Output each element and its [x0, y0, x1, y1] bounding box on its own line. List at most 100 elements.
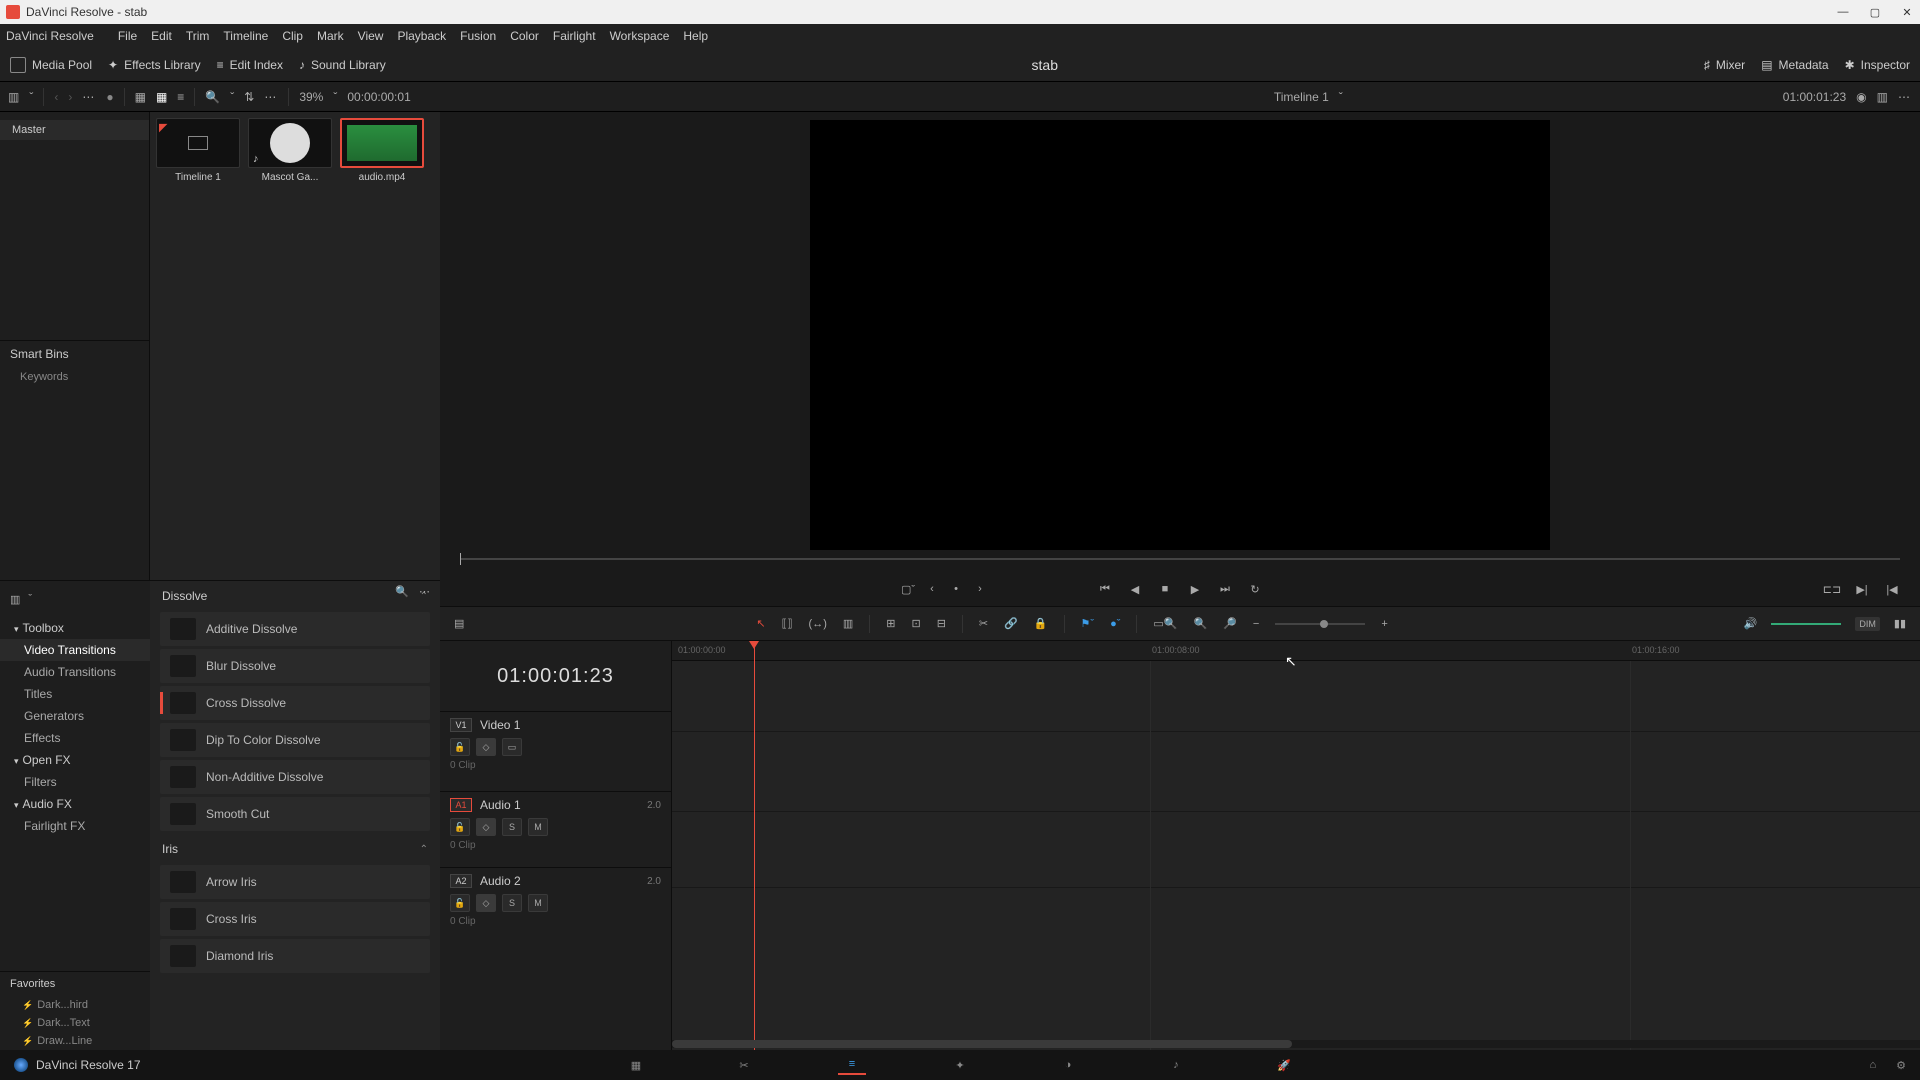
cat-toolbox[interactable]: Toolbox: [0, 617, 150, 639]
menu-workspace[interactable]: Workspace: [610, 29, 670, 43]
track-enable-icon[interactable]: ▭: [502, 738, 522, 756]
monitor-volume-icon[interactable]: 🔊: [1744, 617, 1758, 630]
timeline-timecode[interactable]: 01:00:01:23: [440, 641, 671, 711]
track-solo-button[interactable]: S: [502, 818, 522, 836]
page-media[interactable]: ▦: [622, 1055, 650, 1075]
track-lock-icon[interactable]: 🔓: [450, 894, 470, 912]
media-pool-toggle[interactable]: Media Pool: [10, 57, 92, 73]
prev-frame-button[interactable]: ◀: [1127, 581, 1143, 597]
smart-bins-header[interactable]: Smart Bins: [0, 340, 149, 367]
track-v1-header[interactable]: V1Video 1 🔓◇▭ 0 Clip: [440, 711, 671, 791]
trim-tool-icon[interactable]: ⟦⟧: [782, 617, 793, 630]
snapping-icon[interactable]: ✂: [979, 617, 988, 630]
dynamic-trim-icon[interactable]: (↔): [809, 618, 827, 630]
track-mute-button[interactable]: M: [528, 894, 548, 912]
list-view-icon[interactable]: ≡: [177, 90, 184, 104]
track-dest-a2[interactable]: A2: [450, 874, 472, 888]
cat-audio-transitions[interactable]: Audio Transitions: [0, 661, 150, 683]
viewer-options-icon[interactable]: ⋯: [1898, 90, 1912, 104]
chevron-down-icon[interactable]: ˇ: [29, 90, 33, 104]
insert-clip-icon[interactable]: ⊞: [886, 617, 895, 630]
page-fairlight[interactable]: ♪: [1162, 1055, 1190, 1075]
first-frame-button[interactable]: ⏮: [1097, 581, 1113, 597]
play-button[interactable]: ▶: [1187, 581, 1203, 597]
fx-chevron-icon[interactable]: ˇ: [28, 593, 32, 606]
fx-additive-dissolve[interactable]: Additive Dissolve: [160, 612, 430, 646]
timeline-h-scrollbar[interactable]: [672, 1040, 1920, 1048]
minimize-button[interactable]: —: [1836, 6, 1850, 19]
menu-fusion[interactable]: Fusion: [460, 29, 496, 43]
nav-next-icon[interactable]: ›: [68, 90, 72, 104]
viewer-scrubber[interactable]: [440, 558, 1920, 572]
fx-smooth-cut[interactable]: Smooth Cut: [160, 797, 430, 831]
single-viewer-icon[interactable]: ▥: [1877, 90, 1888, 104]
next-frame-button[interactable]: ⏭: [1217, 581, 1233, 597]
menu-help[interactable]: Help: [683, 29, 708, 43]
pool-options-icon[interactable]: ⋯: [264, 90, 278, 104]
timeline-canvas[interactable]: 01:00:00:00 01:00:08:00 01:00:16:00 ↖: [672, 641, 1920, 1050]
zoom-percent[interactable]: 39%: [299, 90, 323, 104]
bin-view-icon[interactable]: ▥: [8, 90, 19, 104]
loop-button[interactable]: ↻: [1247, 581, 1263, 597]
fx-cross-iris[interactable]: Cross Iris: [160, 902, 430, 936]
menu-timeline[interactable]: Timeline: [223, 29, 268, 43]
fx-group-iris[interactable]: Iris: [150, 834, 440, 862]
marker-icon[interactable]: ●ˇ: [1110, 618, 1120, 630]
fx-options-icon[interactable]: ⋯: [419, 585, 432, 598]
settings-icon[interactable]: ⚙: [1896, 1059, 1906, 1072]
fx-cross-dissolve[interactable]: Cross Dissolve: [160, 686, 430, 720]
fx-search-icon[interactable]: 🔍: [395, 585, 409, 598]
fx-layout-icon[interactable]: ▥: [10, 593, 20, 606]
match-frame-icon[interactable]: ▢ˇ: [900, 581, 916, 597]
search-icon[interactable]: 🔍: [205, 90, 220, 104]
menu-trim[interactable]: Trim: [186, 29, 210, 43]
clip-timeline[interactable]: ◤ Timeline 1: [156, 118, 240, 183]
fx-non-additive[interactable]: Non-Additive Dissolve: [160, 760, 430, 794]
marker-dot-icon[interactable]: •: [948, 581, 964, 597]
menu-edit[interactable]: Edit: [151, 29, 172, 43]
favorites-header[interactable]: Favorites: [0, 971, 150, 996]
cat-filters[interactable]: Filters: [0, 771, 150, 793]
timeline-chevron-icon[interactable]: ˇ: [1339, 90, 1343, 104]
blade-tool-icon[interactable]: ▥: [843, 617, 853, 630]
record-timecode[interactable]: 01:00:01:23: [1783, 90, 1846, 104]
thumb-view-icon[interactable]: ▦: [135, 90, 146, 104]
favorite-item[interactable]: Draw...Line: [0, 1032, 150, 1050]
page-deliver[interactable]: 🚀: [1270, 1055, 1298, 1075]
menu-view[interactable]: View: [358, 29, 384, 43]
page-color[interactable]: ◑: [1054, 1055, 1082, 1075]
menu-clip[interactable]: Clip: [282, 29, 303, 43]
grid-view-icon[interactable]: ▦: [156, 90, 167, 104]
effects-library-toggle[interactable]: ✦Effects Library: [108, 58, 201, 72]
cat-video-transitions[interactable]: Video Transitions: [0, 639, 150, 661]
clip-video[interactable]: ♪ Mascot Ga...: [248, 118, 332, 183]
menu-appname[interactable]: DaVinci Resolve: [6, 29, 94, 43]
favorite-item[interactable]: Dark...Text: [0, 1014, 150, 1032]
close-button[interactable]: ✕: [1900, 6, 1914, 19]
fx-diamond-iris[interactable]: Diamond Iris: [160, 939, 430, 973]
cat-openfx[interactable]: Open FX: [0, 749, 150, 771]
zoom-detail-icon[interactable]: 🔍: [1193, 617, 1207, 630]
track-autoselect-icon[interactable]: ◇: [476, 738, 496, 756]
clip-audio[interactable]: audio.mp4: [340, 118, 424, 183]
page-cut[interactable]: ✂: [730, 1055, 758, 1075]
page-fusion[interactable]: ✦: [946, 1055, 974, 1075]
replace-clip-icon[interactable]: ⊟: [937, 617, 946, 630]
zoom-full-icon[interactable]: ▭🔍: [1153, 617, 1177, 630]
track-dest-v1[interactable]: V1: [450, 718, 472, 732]
in-out-icon[interactable]: ⊏⊐: [1824, 581, 1840, 597]
cat-titles[interactable]: Titles: [0, 683, 150, 705]
menu-playback[interactable]: Playback: [397, 29, 446, 43]
zoom-out-button[interactable]: −: [1253, 618, 1259, 630]
nav-prev-icon[interactable]: ‹: [54, 90, 58, 104]
next-marker-icon[interactable]: ›: [972, 581, 988, 597]
track-lock-icon[interactable]: 🔓: [450, 738, 470, 756]
lane-a1[interactable]: [672, 811, 1920, 887]
goto-out-icon[interactable]: |◀: [1884, 581, 1900, 597]
maximize-button[interactable]: ▢: [1868, 6, 1882, 19]
menu-mark[interactable]: Mark: [317, 29, 344, 43]
cat-effects[interactable]: Effects: [0, 727, 150, 749]
scrubber-playhead[interactable]: [460, 553, 461, 565]
fx-dip-to-color[interactable]: Dip To Color Dissolve: [160, 723, 430, 757]
track-lock-icon[interactable]: 🔓: [450, 818, 470, 836]
